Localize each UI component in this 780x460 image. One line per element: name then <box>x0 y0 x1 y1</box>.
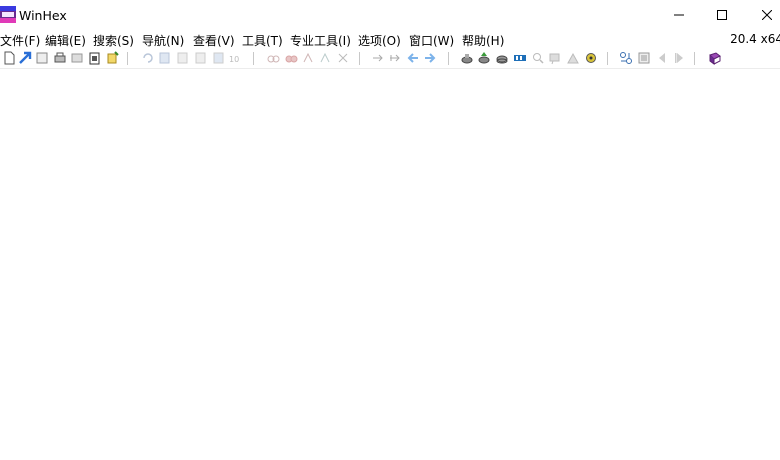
back-arrow-icon[interactable] <box>406 51 420 65</box>
winhex-logo-icon <box>0 6 16 23</box>
minimize-icon <box>674 14 684 16</box>
goto-sector-icon[interactable] <box>388 51 402 65</box>
save-icon[interactable] <box>35 51 49 65</box>
menu-options[interactable]: 选项(O) <box>358 32 401 49</box>
workspace-area <box>0 69 780 460</box>
cut-icon[interactable] <box>158 51 172 65</box>
toolbar-separator <box>694 52 695 65</box>
print-icon[interactable] <box>53 51 67 65</box>
edit-icon[interactable] <box>106 51 120 65</box>
compare-icon[interactable] <box>619 51 633 65</box>
properties-icon[interactable] <box>70 51 84 65</box>
window-title: WinHex <box>19 8 67 23</box>
paste-block-icon[interactable] <box>194 51 208 65</box>
close-icon <box>762 10 772 20</box>
toolbar-separator <box>448 52 449 65</box>
restore-image-icon[interactable] <box>477 51 491 65</box>
svg-text:10: 10 <box>229 55 239 64</box>
maximize-icon <box>717 10 727 20</box>
open-file-icon[interactable] <box>18 51 32 65</box>
clone-disk-icon[interactable] <box>495 51 509 65</box>
toolbar-separator <box>359 52 360 65</box>
directory-browser-icon[interactable] <box>566 51 580 65</box>
maximize-button[interactable] <box>699 0 745 30</box>
find-again-icon[interactable] <box>336 51 350 65</box>
find-hex-icon[interactable] <box>284 51 298 65</box>
menu-bar: 文件(F) 编辑(E) 搜索(S) 导航(N) 查看(V) 工具(T) 专业工具… <box>0 30 780 49</box>
menu-pro-tools[interactable]: 专业工具(I) <box>290 32 351 49</box>
toolbar-separator <box>127 52 128 65</box>
next-icon[interactable] <box>673 51 687 65</box>
goto-offset-icon[interactable] <box>371 51 385 65</box>
undo-icon[interactable] <box>141 51 155 65</box>
menu-search[interactable]: 搜索(S) <box>93 32 134 49</box>
copy-block-icon[interactable] <box>212 51 226 65</box>
find-text-icon[interactable] <box>266 51 280 65</box>
paste-icon[interactable] <box>88 51 102 65</box>
replace-text-icon[interactable] <box>301 51 315 65</box>
previous-icon[interactable] <box>655 51 669 65</box>
gear-icon[interactable] <box>584 51 598 65</box>
data-interpreter-icon[interactable] <box>548 51 562 65</box>
menu-edit[interactable]: 编辑(E) <box>45 32 86 49</box>
menu-tools[interactable]: 工具(T) <box>242 32 283 49</box>
help-book-icon[interactable] <box>708 51 722 65</box>
toolbar-separator <box>607 52 608 65</box>
ram-editor-icon[interactable] <box>513 51 527 65</box>
menu-window[interactable]: 窗口(W) <box>409 32 454 49</box>
new-file-icon[interactable] <box>2 51 16 65</box>
minimize-button[interactable] <box>656 0 702 30</box>
menu-view[interactable]: 查看(V) <box>193 32 235 49</box>
replace-hex-icon[interactable] <box>318 51 332 65</box>
title-bar: WinHex <box>0 0 780 30</box>
close-button[interactable] <box>744 0 780 30</box>
forward-arrow-icon[interactable] <box>423 51 437 65</box>
write-block-icon[interactable]: 10 <box>229 51 243 65</box>
template-icon[interactable] <box>637 51 651 65</box>
version-label: 20.4 x64 <box>730 32 780 46</box>
open-disk-icon[interactable] <box>460 51 474 65</box>
toolbar: 10 <box>0 49 780 69</box>
menu-file[interactable]: 文件(F) <box>0 32 40 49</box>
search-icon[interactable] <box>531 51 545 65</box>
copy-icon[interactable] <box>176 51 190 65</box>
menu-help[interactable]: 帮助(H) <box>462 32 504 49</box>
toolbar-separator <box>253 52 254 65</box>
menu-navigate[interactable]: 导航(N) <box>142 32 184 49</box>
